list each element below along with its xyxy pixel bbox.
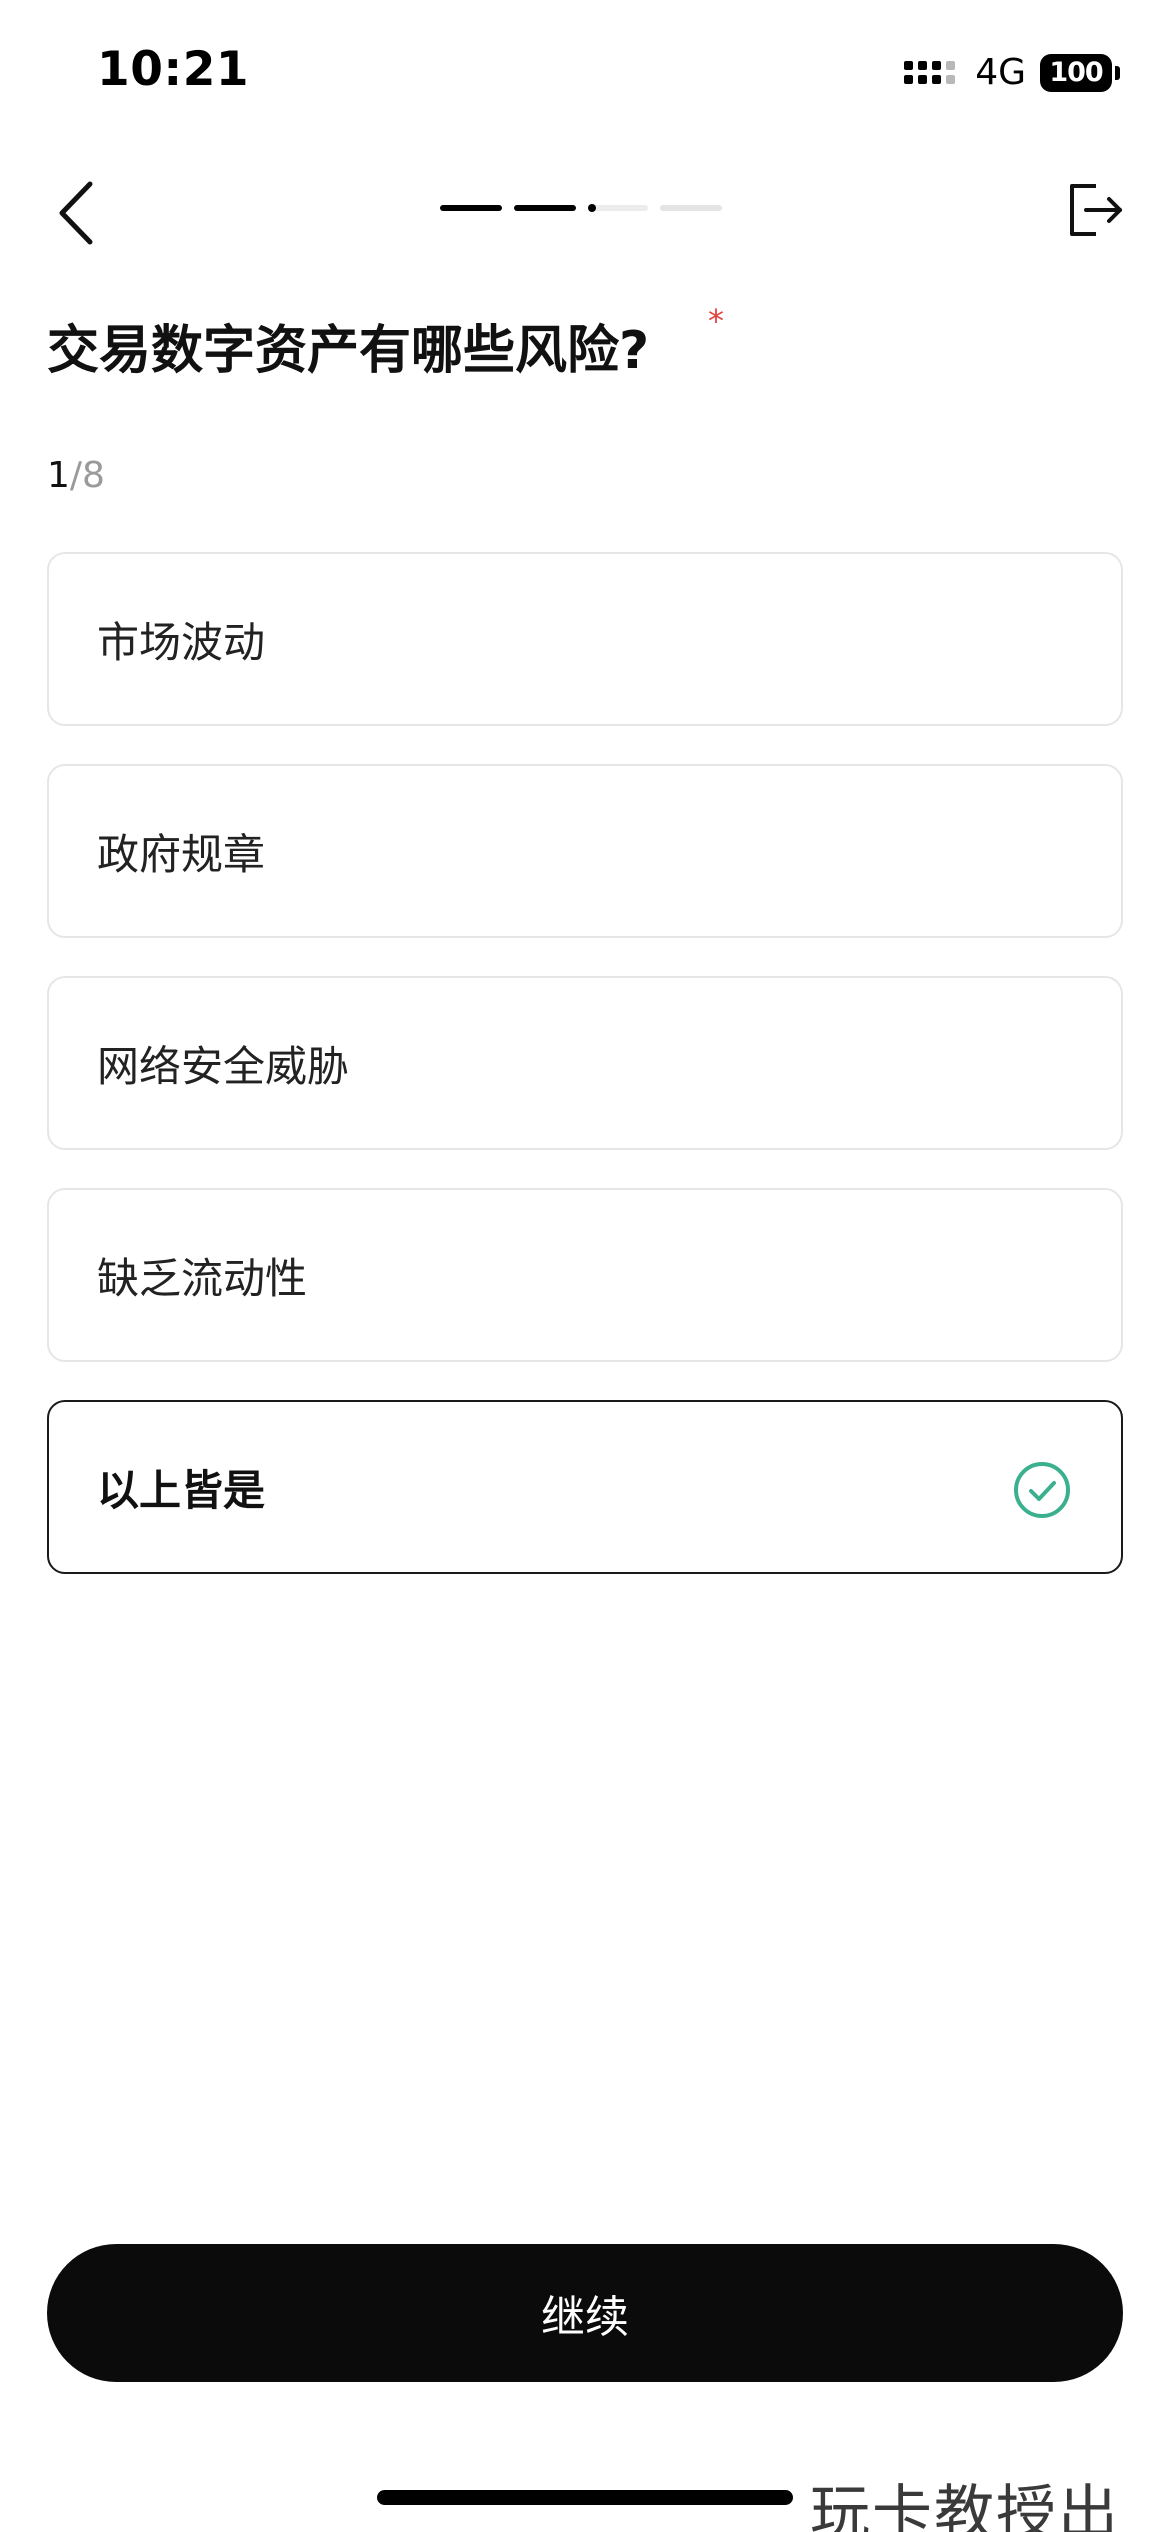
required-mark: * xyxy=(708,302,724,340)
progress-steps xyxy=(440,204,734,212)
option-item[interactable]: 缺乏流动性 xyxy=(47,1188,1123,1362)
question-title: 交易数字资产有哪些风险? xyxy=(47,321,650,381)
check-circle-icon xyxy=(1014,1462,1070,1518)
status-time: 10:21 xyxy=(97,42,250,97)
option-label: 市场波动 xyxy=(97,617,266,667)
progress-step-current xyxy=(588,204,648,212)
progress-step xyxy=(660,205,722,211)
option-label: 政府规章 xyxy=(97,829,266,879)
option-item-selected[interactable]: 以上皆是 xyxy=(47,1400,1123,1574)
option-item[interactable]: 政府规章 xyxy=(47,764,1123,938)
question-counter: 1/8 xyxy=(47,455,105,496)
option-item[interactable]: 市场波动 xyxy=(47,552,1123,726)
chevron-left-icon[interactable] xyxy=(56,180,96,246)
counter-current: 1 xyxy=(47,455,70,496)
signal-icon xyxy=(904,61,956,84)
network-type: 4G xyxy=(975,52,1026,93)
progress-step xyxy=(514,205,576,211)
battery-level: 100 xyxy=(1040,53,1112,92)
quiz-screen: 10:21 4G 100 交易数字资产有哪些风险? * 1/8 市场波动 政府规… xyxy=(0,0,1170,2532)
progress-step xyxy=(440,205,502,211)
option-label: 网络安全威胁 xyxy=(97,1041,350,1091)
counter-total: /8 xyxy=(69,455,105,496)
option-item[interactable]: 网络安全威胁 xyxy=(47,976,1123,1150)
status-indicators: 4G 100 xyxy=(904,52,1120,93)
watermark-text: 玩卡教授出品 xyxy=(810,2479,1120,2532)
continue-button[interactable]: 继续 xyxy=(47,2244,1123,2382)
home-indicator[interactable] xyxy=(377,2490,793,2505)
battery-icon: 100 xyxy=(1040,53,1120,92)
exit-icon[interactable] xyxy=(1066,180,1126,240)
option-label: 缺乏流动性 xyxy=(97,1253,308,1303)
option-label: 以上皆是 xyxy=(97,1465,266,1515)
